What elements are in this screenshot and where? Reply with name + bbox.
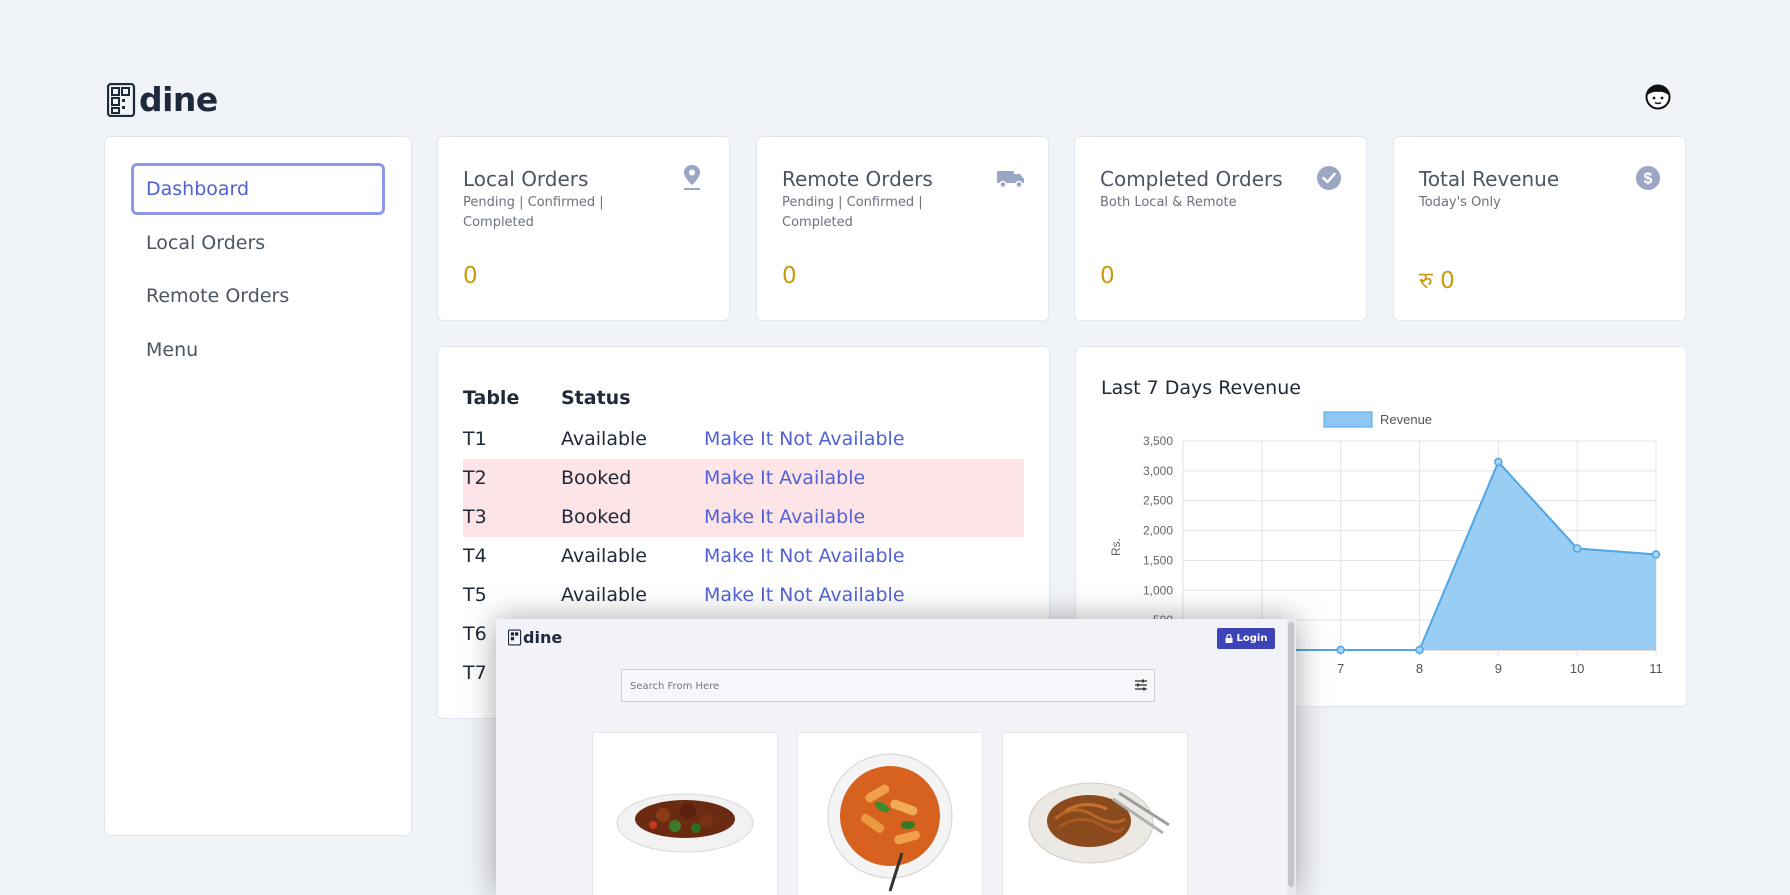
sidebar: Dashboard Local Orders Remote Orders Men… bbox=[104, 136, 412, 836]
user-avatar-icon[interactable] bbox=[1645, 84, 1671, 110]
data-point bbox=[1415, 645, 1424, 655]
login-button[interactable]: Login bbox=[1217, 628, 1275, 649]
x-tick-label: 9 bbox=[1495, 661, 1502, 676]
toggle-availability-link[interactable]: Make It Available bbox=[704, 506, 865, 528]
x-tick-label: 8 bbox=[1416, 661, 1423, 676]
data-point bbox=[1651, 550, 1661, 559]
legend-swatch bbox=[1323, 411, 1373, 428]
y-tick-label: 2,000 bbox=[1143, 524, 1173, 538]
x-tick-label: 10 bbox=[1570, 661, 1584, 676]
sidebar-item-menu[interactable]: Menu bbox=[131, 324, 385, 376]
table-id: T5 bbox=[463, 584, 487, 606]
login-label: Login bbox=[1236, 633, 1268, 644]
filter-sliders-icon[interactable] bbox=[1134, 678, 1148, 692]
stat-value: 0 bbox=[1100, 263, 1115, 289]
preview-brand-logo[interactable]: dine bbox=[508, 628, 562, 647]
stat-value: रु 0 bbox=[1419, 268, 1455, 294]
check-circle-icon bbox=[1317, 166, 1341, 190]
preview-brand-name: dine bbox=[523, 628, 563, 647]
data-point bbox=[1494, 457, 1503, 467]
table-status: Booked bbox=[561, 506, 632, 528]
stat-title: Local Orders bbox=[463, 167, 589, 191]
table-status: Available bbox=[561, 428, 648, 450]
stat-title: Completed Orders bbox=[1100, 167, 1283, 191]
menu-item-card[interactable] bbox=[797, 732, 983, 895]
table-id: T1 bbox=[463, 428, 487, 450]
stat-card-remote-orders: Remote Orders Pending | Confirmed | Comp… bbox=[756, 136, 1049, 321]
stat-subtitle: Pending | Confirmed | Completed bbox=[463, 195, 604, 230]
chart-title: Last 7 Days Revenue bbox=[1101, 377, 1301, 399]
stat-value: 0 bbox=[782, 263, 797, 289]
table-status: Booked bbox=[561, 467, 632, 489]
truck-icon bbox=[997, 171, 1024, 189]
y-tick-label: 1,000 bbox=[1143, 583, 1173, 597]
scrollbar-thumb[interactable] bbox=[1288, 622, 1294, 887]
table-id: T4 bbox=[463, 545, 487, 567]
stat-subtitle: Today's Only bbox=[1419, 195, 1501, 210]
table-status: Available bbox=[561, 584, 648, 606]
table-row: T4 Available Make It Not Available bbox=[463, 537, 1024, 576]
column-header-table: Table bbox=[463, 387, 520, 409]
menu-item-card[interactable] bbox=[592, 732, 778, 895]
y-axis-label: Rs. bbox=[1109, 538, 1123, 556]
noodles-plate-image bbox=[1028, 782, 1170, 864]
table-id: T2 bbox=[463, 467, 487, 489]
brand-logo[interactable]: dine bbox=[107, 80, 218, 119]
sidebar-item-remote-orders[interactable]: Remote Orders bbox=[131, 270, 385, 322]
lock-icon bbox=[1225, 634, 1233, 643]
qr-logo-icon bbox=[508, 629, 522, 646]
sidebar-item-dashboard[interactable]: Dashboard bbox=[131, 163, 385, 215]
y-tick-label: 2,500 bbox=[1143, 494, 1173, 508]
legend-label: Revenue bbox=[1380, 412, 1432, 427]
penne-pasta-image bbox=[827, 753, 953, 892]
toggle-availability-link[interactable]: Make It Not Available bbox=[704, 584, 905, 606]
data-point bbox=[1572, 544, 1582, 553]
preview-scrollbar[interactable] bbox=[1287, 619, 1296, 895]
table-id: T7 bbox=[463, 662, 487, 684]
stat-card-local-orders: Local Orders Pending | Confirmed | Compl… bbox=[437, 136, 730, 321]
search-box bbox=[621, 669, 1155, 702]
table-row: T5 Available Make It Not Available bbox=[463, 576, 1024, 615]
dollar-circle-icon: $ bbox=[1636, 166, 1660, 190]
qr-logo-icon bbox=[107, 82, 136, 117]
x-tick-label: 11 bbox=[1649, 661, 1663, 676]
table-row: T1 Available Make It Not Available bbox=[463, 420, 1024, 459]
customer-menu-preview: dine Login bbox=[496, 619, 1296, 895]
table-row: T3 Booked Make It Available bbox=[463, 498, 1024, 537]
table-row: T2 Booked Make It Available bbox=[463, 459, 1024, 498]
table-status: Available bbox=[561, 545, 648, 567]
toggle-availability-link[interactable]: Make It Not Available bbox=[704, 428, 905, 450]
x-tick-label: 7 bbox=[1337, 661, 1344, 676]
stat-title: Remote Orders bbox=[782, 167, 933, 191]
menu-item-card[interactable] bbox=[1002, 732, 1188, 895]
column-header-status: Status bbox=[561, 387, 631, 409]
stat-subtitle: Pending | Confirmed | Completed bbox=[782, 195, 923, 230]
search-input[interactable] bbox=[630, 677, 1110, 695]
table-id: T3 bbox=[463, 506, 487, 528]
chilli-dish-image bbox=[616, 793, 754, 853]
stat-card-total-revenue: Total Revenue Today's Only रु 0 $ bbox=[1393, 136, 1686, 321]
stat-subtitle: Both Local & Remote bbox=[1100, 195, 1237, 210]
brand-name: dine bbox=[139, 80, 218, 119]
toggle-availability-link[interactable]: Make It Available bbox=[704, 467, 865, 489]
map-pin-icon bbox=[684, 165, 700, 190]
stat-card-completed-orders: Completed Orders Both Local & Remote 0 bbox=[1074, 136, 1367, 321]
y-tick-label: 1,500 bbox=[1143, 553, 1173, 567]
stat-value: 0 bbox=[463, 263, 478, 289]
data-point bbox=[1336, 645, 1345, 655]
stat-title: Total Revenue bbox=[1419, 167, 1560, 191]
y-tick-label: 3,000 bbox=[1143, 464, 1173, 478]
toggle-availability-link[interactable]: Make It Not Available bbox=[704, 545, 905, 567]
table-id: T6 bbox=[463, 623, 487, 645]
svg-text:$: $ bbox=[1644, 171, 1653, 188]
sidebar-item-local-orders[interactable]: Local Orders bbox=[131, 217, 385, 269]
y-tick-label: 3,500 bbox=[1143, 434, 1173, 448]
